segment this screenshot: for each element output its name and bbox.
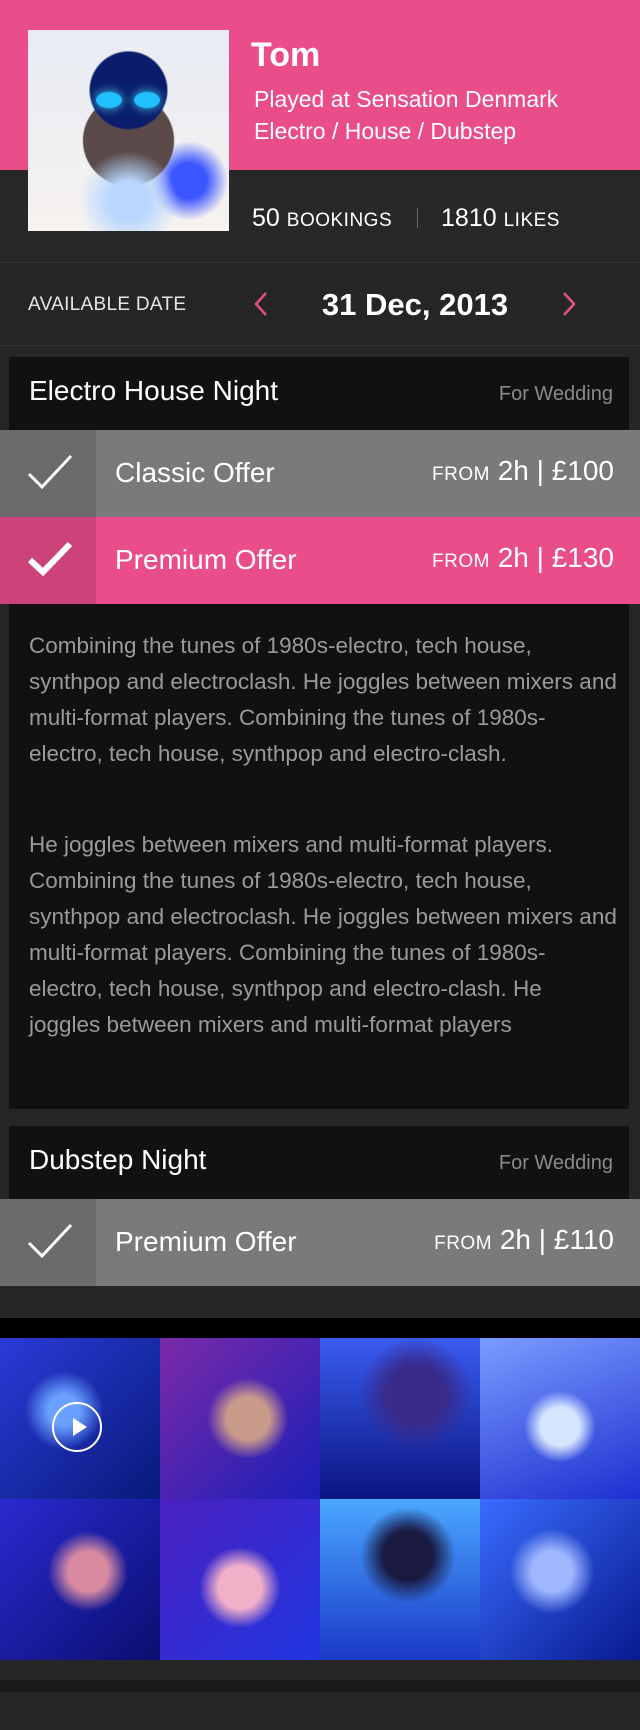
event-card-dubstep: Dubstep Night For Wedding Premium Offer … [0, 1126, 640, 1286]
offer-price: FROM 2h | £100 [432, 455, 614, 487]
gallery-photo[interactable] [480, 1499, 640, 1660]
event-description-1: Combining the tunes of 1980s-electro, te… [29, 633, 617, 766]
gallery-video-thumb[interactable] [0, 1338, 160, 1499]
avatar[interactable] [28, 30, 229, 231]
play-icon[interactable] [52, 1402, 102, 1452]
event-description-2: He joggles between mixers and multi-form… [29, 832, 617, 1037]
event-header: Dubstep Night For Wedding [9, 1126, 629, 1199]
goggle-right [134, 92, 160, 108]
offer-price: FROM 2h | £110 [434, 1224, 614, 1256]
bottom-strip [0, 1680, 640, 1692]
genres: Electro / House / Dubstep [254, 118, 517, 144]
offer-from-label: FROM [432, 551, 490, 572]
checkmark-selected-icon[interactable] [0, 517, 96, 604]
played-at: Played at Sensation Denmark [254, 86, 559, 112]
profile-header: Tom Played at Sensation Denmark Electro … [0, 0, 640, 262]
bookings-count: 50 [252, 204, 280, 232]
date-picker: AVAILABLE DATE 31 Dec, 2013 [0, 262, 640, 346]
offer-price-value: 2h | £100 [497, 455, 614, 486]
offer-name: Premium Offer [115, 1226, 297, 1257]
stats-divider [417, 208, 419, 228]
chevron-right-icon[interactable] [553, 289, 583, 319]
photo-gallery [0, 1338, 640, 1660]
event-card-electro-house: Electro House Night For Wedding Classic … [0, 357, 640, 1109]
offer-classic[interactable]: Classic Offer FROM 2h | £100 [0, 430, 640, 517]
gallery-photo[interactable] [160, 1338, 320, 1499]
event-tag: For Wedding [498, 383, 613, 405]
checkmark-icon[interactable] [0, 1199, 96, 1286]
offer-premium[interactable]: Premium Offer FROM 2h | £110 [0, 1199, 640, 1286]
event-tag: For Wedding [498, 1152, 613, 1174]
goggle-left [96, 92, 122, 108]
likes-label: LIKES [503, 210, 560, 231]
offer-from-label: FROM [434, 1233, 493, 1254]
event-title: Electro House Night [29, 375, 279, 406]
gallery-photo[interactable] [160, 1499, 320, 1660]
gallery-photo[interactable] [480, 1338, 640, 1499]
gallery-photo[interactable] [320, 1499, 480, 1660]
bookings-label: BOOKINGS [286, 210, 393, 231]
offer-name: Classic Offer [115, 457, 275, 488]
event-header: Electro House Night For Wedding [9, 357, 629, 430]
gallery-divider [0, 1318, 640, 1338]
offer-premium-selected[interactable]: Premium Offer FROM 2h | £130 [0, 517, 640, 604]
offer-from-label: FROM [432, 464, 490, 485]
selected-date: 31 Dec, 2013 [321, 287, 509, 322]
available-date-label: AVAILABLE DATE [28, 294, 187, 315]
offer-price: FROM 2h | £130 [432, 542, 614, 574]
likes-count: 1810 [441, 204, 497, 232]
offer-price-value: 2h | £130 [497, 542, 614, 573]
checkmark-icon[interactable] [0, 430, 96, 517]
stats-row: 50 BOOKINGS 1810 LIKES [252, 204, 560, 233]
event-title: Dubstep Night [29, 1144, 207, 1175]
gallery-photo[interactable] [320, 1338, 480, 1499]
gallery-photo[interactable] [0, 1499, 160, 1660]
dj-name: Tom [251, 36, 321, 74]
offer-price-value: 2h | £110 [499, 1224, 614, 1255]
chevron-left-icon[interactable] [247, 289, 277, 319]
offer-name: Premium Offer [115, 544, 297, 575]
